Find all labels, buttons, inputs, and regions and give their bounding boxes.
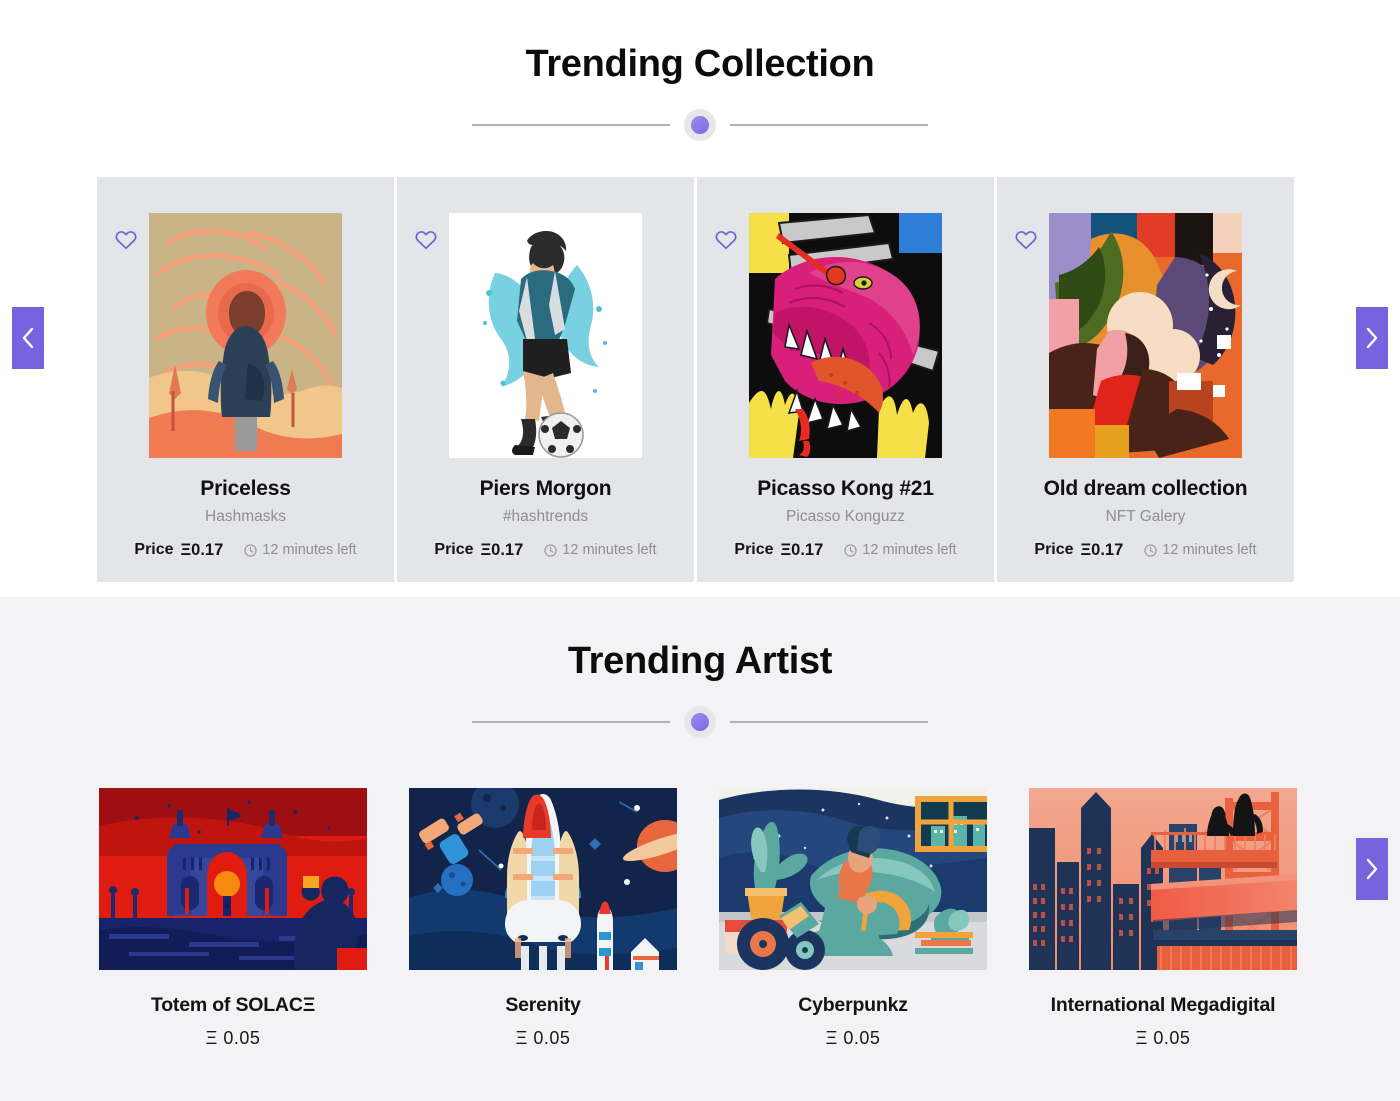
collection-next-button[interactable]: [1356, 307, 1388, 369]
page-title: Trending Collection: [525, 43, 875, 85]
divider-dot: [691, 712, 709, 731]
artist-price: Ξ 0.05: [825, 1027, 881, 1048]
clock-icon: [544, 543, 557, 557]
time-left: 12 minutes left: [544, 542, 657, 559]
collection-card-row: Priceless Hashmasks Price Ξ0.17 12 minut…: [97, 176, 1303, 582]
nft-meta: Price Ξ0.17 12 minutes left: [97, 541, 394, 560]
clock-icon: [844, 543, 857, 557]
time-left-text: 12 minutes left: [262, 542, 357, 559]
nft-creator: Picasso Konguzz: [786, 507, 905, 525]
time-left: 12 minutes left: [1144, 542, 1257, 559]
nft-meta: Price Ξ0.17 12 minutes left: [697, 541, 994, 560]
heart-outline-icon[interactable]: [713, 227, 739, 253]
artist-name: Cyberpunkz: [798, 993, 908, 1016]
artist-name: International Megadigital: [1050, 993, 1276, 1016]
divider-dot: [691, 115, 709, 134]
heart-outline-icon[interactable]: [413, 227, 439, 253]
artist-artwork: [409, 787, 677, 970]
artist-artwork: [1029, 787, 1297, 970]
time-left-text: 12 minutes left: [862, 542, 957, 559]
price-value: Ξ0.17: [180, 540, 224, 559]
nft-card[interactable]: Piers Morgon #hashtrends Price Ξ0.17 12 …: [397, 176, 694, 582]
artist-card[interactable]: Totem of SOLACΞ Ξ 0.05: [99, 787, 367, 1049]
nft-meta: Price Ξ0.17 12 minutes left: [397, 541, 694, 560]
artist-card[interactable]: Cyberpunkz Ξ 0.05: [719, 787, 987, 1049]
chevron-right-icon: [1366, 858, 1378, 880]
price-label: Price: [734, 541, 774, 559]
artist-card[interactable]: International Megadigital Ξ 0.05: [1029, 787, 1297, 1049]
nft-card[interactable]: Priceless Hashmasks Price Ξ0.17 12 minut…: [97, 176, 394, 582]
chevron-right-icon: [1366, 327, 1378, 349]
trending-collection-section: Trending Collection Priceless Hashmasks …: [0, 0, 1400, 597]
artist-card[interactable]: Serenity Ξ 0.05: [409, 787, 677, 1049]
nft-artwork: [449, 212, 642, 458]
nft-title: Old dream collection: [1043, 476, 1248, 500]
artist-artwork: [719, 787, 987, 970]
artist-section-title: Trending Artist: [567, 640, 833, 682]
nft-creator: Hashmasks: [205, 507, 286, 525]
nft-artwork: [149, 212, 342, 458]
nft-creator: #hashtrends: [502, 507, 589, 525]
divider-bar-left: [472, 123, 670, 126]
nft-card[interactable]: Old dream collection NFT Galery Price Ξ0…: [997, 176, 1294, 582]
price-label: Price: [434, 541, 474, 559]
divider-dot-ring: [684, 705, 716, 738]
price-label: Price: [134, 541, 174, 559]
artist-artwork: [99, 787, 367, 970]
nft-artwork: [1049, 212, 1242, 458]
heart-outline-icon[interactable]: [113, 227, 139, 253]
nft-meta: Price Ξ0.17 12 minutes left: [997, 541, 1294, 560]
divider-bar-right: [730, 720, 928, 723]
chevron-left-icon: [22, 327, 34, 349]
artist-name: Totem of SOLACΞ: [150, 993, 316, 1016]
artist-price: Ξ 0.05: [515, 1027, 571, 1048]
time-left: 12 minutes left: [844, 542, 957, 559]
artist-card-row: Totem of SOLACΞ Ξ 0.05 Serenity Ξ 0.05 C…: [99, 787, 1301, 1049]
price-value: Ξ0.17: [1080, 540, 1124, 559]
divider-dot-ring: [684, 108, 716, 141]
price-label: Price: [1034, 541, 1074, 559]
clock-icon: [1144, 543, 1157, 557]
section-divider: [0, 108, 1400, 141]
artist-next-button[interactable]: [1356, 838, 1388, 900]
artist-name: Serenity: [505, 993, 581, 1016]
artist-price: Ξ 0.05: [1135, 1027, 1191, 1048]
trending-artist-section: Trending Artist Totem of SOLACΞ Ξ 0.05 S…: [0, 597, 1400, 1101]
heart-outline-icon[interactable]: [1013, 227, 1039, 253]
clock-icon: [244, 543, 257, 557]
nft-creator: NFT Galery: [1105, 507, 1186, 525]
nft-title: Priceless: [200, 476, 291, 500]
nft-title: Piers Morgon: [479, 476, 612, 500]
collection-prev-button[interactable]: [12, 307, 44, 369]
time-left-text: 12 minutes left: [1162, 542, 1257, 559]
nft-title: Picasso Kong #21: [757, 476, 934, 500]
divider-bar-right: [730, 123, 928, 126]
divider-bar-left: [472, 720, 670, 723]
price-value: Ξ0.17: [780, 540, 824, 559]
page-root: Trending Collection Priceless Hashmasks …: [0, 0, 1400, 1101]
time-left-text: 12 minutes left: [562, 542, 657, 559]
nft-card[interactable]: Picasso Kong #21 Picasso Konguzz Price Ξ…: [697, 176, 994, 582]
time-left: 12 minutes left: [244, 542, 357, 559]
nft-artwork: [749, 212, 942, 458]
artist-section-divider: [0, 705, 1400, 738]
price-value: Ξ0.17: [480, 540, 524, 559]
artist-price: Ξ 0.05: [205, 1027, 261, 1048]
